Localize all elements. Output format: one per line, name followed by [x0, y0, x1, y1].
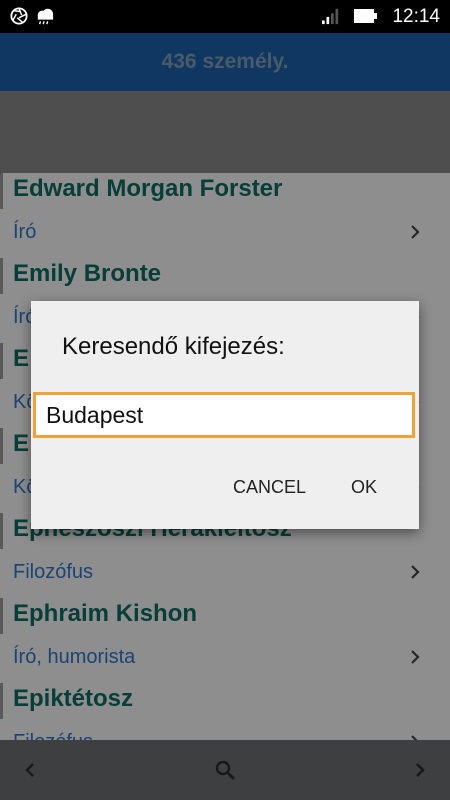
cancel-button[interactable]: CANCEL: [233, 477, 306, 498]
battery-icon: [354, 9, 377, 23]
search-input[interactable]: [33, 392, 415, 438]
signal-icon: [322, 8, 339, 25]
weather-cloud-icon: [37, 8, 54, 25]
dialog-title: Keresendő kifejezés:: [62, 333, 285, 360]
clock: 12:14: [392, 6, 440, 27]
aperture-icon: [10, 7, 28, 25]
status-bar: 12:14: [0, 0, 450, 33]
search-dialog: Keresendő kifejezés: CANCEL OK: [31, 301, 419, 529]
ok-button[interactable]: OK: [351, 477, 377, 498]
